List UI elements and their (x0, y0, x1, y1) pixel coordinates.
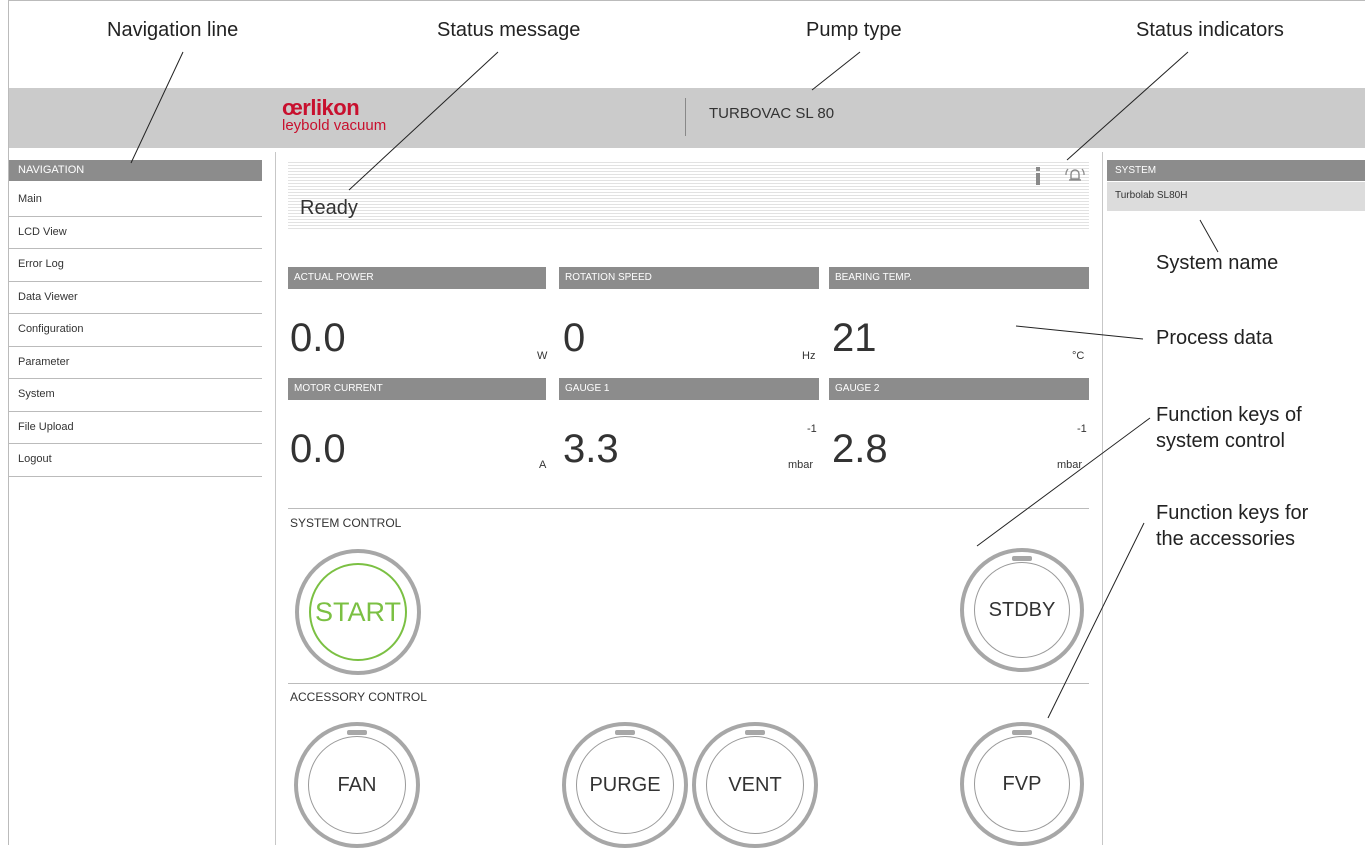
motor-current-value: 0.0 (290, 427, 346, 471)
navigation-title: NAVIGATION (9, 160, 262, 181)
callout-function-keys-acc-2: the accessories (1156, 528, 1295, 550)
status-message-box (288, 160, 1089, 231)
callout-status-indicators: Status indicators (1136, 19, 1284, 41)
gauge1-value: 3.3 (563, 427, 619, 471)
accessory-control-divider (288, 683, 1089, 684)
fan-button-label: FAN (337, 773, 377, 796)
callout-function-keys-acc-1: Function keys for (1156, 502, 1309, 524)
gauge2-exponent: -1 (1077, 423, 1087, 435)
system-title: SYSTEM (1107, 160, 1365, 181)
nav-item-lcd-view[interactable]: LCD View (9, 217, 262, 249)
right-column-divider (1102, 152, 1103, 845)
actual-power-unit: W (537, 350, 548, 362)
brand-logo-subtitle: leybold vacuum (282, 117, 387, 134)
fan-notch (347, 730, 367, 735)
system-control-divider (288, 508, 1089, 509)
purge-button[interactable]: PURGE (562, 722, 688, 848)
callout-status-message: Status message (437, 19, 581, 41)
accessory-control-title: ACCESSORY CONTROL (290, 690, 427, 704)
callout-process-data: Process data (1156, 327, 1273, 349)
vent-notch (745, 730, 765, 735)
app-header (9, 88, 1365, 148)
purge-notch (615, 730, 635, 735)
fvp-button[interactable]: FVP (960, 722, 1084, 846)
standby-button-face: STDBY (974, 562, 1070, 658)
gauge2-label: GAUGE 2 (829, 378, 1089, 400)
fvp-button-face: FVP (974, 736, 1070, 832)
fvp-button-label: FVP (1002, 772, 1042, 795)
motor-current-unit: A (539, 459, 547, 471)
nav-item-configuration[interactable]: Configuration (9, 314, 262, 347)
gauge2-unit: mbar (1057, 459, 1083, 471)
rotation-speed-label: ROTATION SPEED (559, 267, 819, 289)
bearing-temp-value: 21 (832, 316, 877, 360)
alarm-icon[interactable] (1064, 165, 1086, 185)
callout-function-keys-system-2: system control (1156, 430, 1285, 452)
vent-button-face: VENT (706, 736, 804, 834)
vent-button[interactable]: VENT (692, 722, 818, 848)
callout-function-keys-system-1: Function keys of (1156, 404, 1302, 426)
fan-button[interactable]: FAN (294, 722, 420, 848)
nav-item-error-log[interactable]: Error Log (9, 249, 262, 282)
nav-item-logout[interactable]: Logout (9, 444, 262, 477)
navigation-list: Main LCD View Error Log Data Viewer Conf… (9, 184, 262, 477)
start-button-face: START (309, 563, 407, 661)
motor-current-label: MOTOR CURRENT (288, 378, 546, 400)
rotation-speed-unit: Hz (802, 350, 816, 362)
system-name: Turbolab SL80H (1107, 182, 1365, 211)
nav-item-parameter[interactable]: Parameter (9, 347, 262, 379)
nav-item-file-upload[interactable]: File Upload (9, 412, 262, 444)
callout-system-name: System name (1156, 252, 1279, 274)
callout-pump-type: Pump type (806, 19, 902, 41)
vent-button-label: VENT (728, 773, 782, 796)
fan-button-face: FAN (308, 736, 406, 834)
gauge1-unit: mbar (788, 459, 814, 471)
header-divider (685, 98, 686, 136)
bearing-temp-label: BEARING TEMP. (829, 267, 1089, 289)
standby-button-label: STDBY (988, 598, 1056, 621)
system-control-title: SYSTEM CONTROL (290, 516, 402, 530)
callout-navigation-line: Navigation line (107, 19, 239, 41)
nav-item-system[interactable]: System (9, 379, 262, 412)
standby-button[interactable]: STDBY (960, 548, 1084, 672)
nav-item-data-viewer[interactable]: Data Viewer (9, 282, 262, 314)
start-button[interactable]: START (295, 549, 421, 675)
pump-type: TURBOVAC SL 80 (709, 105, 835, 122)
info-icon[interactable] (1034, 167, 1042, 185)
rotation-speed-value: 0 (563, 316, 586, 360)
gauge2-value: 2.8 (832, 427, 888, 471)
purge-button-face: PURGE (576, 736, 674, 834)
bearing-temp-unit: °C (1072, 350, 1085, 362)
start-button-label: START (314, 596, 401, 627)
nav-item-main[interactable]: Main (9, 184, 262, 217)
purge-button-label: PURGE (589, 773, 661, 796)
status-message: Ready (300, 197, 358, 219)
gauge1-exponent: -1 (807, 423, 817, 435)
left-column-divider (275, 152, 276, 845)
actual-power-label: ACTUAL POWER (288, 267, 546, 289)
actual-power-value: 0.0 (290, 316, 346, 360)
standby-notch (1012, 556, 1032, 561)
fvp-notch (1012, 730, 1032, 735)
gauge1-label: GAUGE 1 (559, 378, 819, 400)
